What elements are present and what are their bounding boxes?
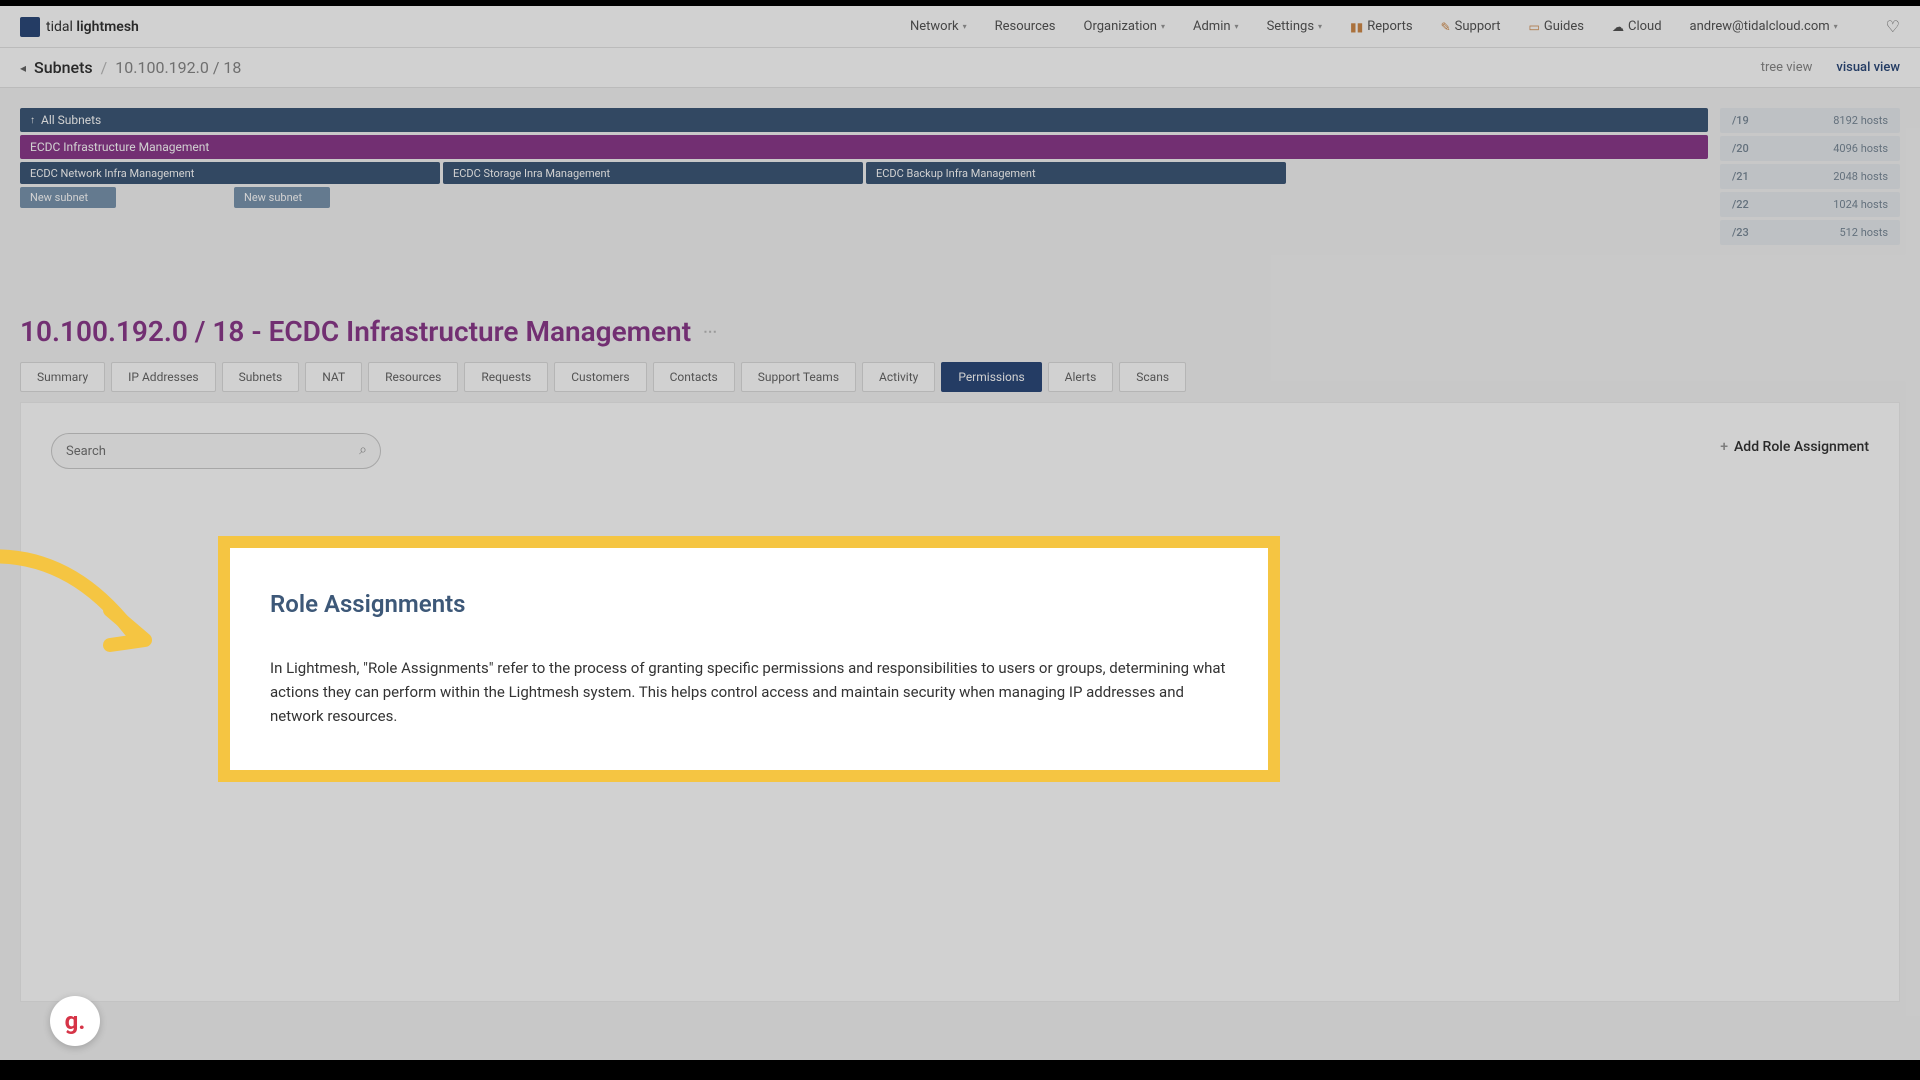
tabs: Summary IP Addresses Subnets NAT Resourc… [20, 362, 1900, 392]
breadcrumb: ◂ Subnets / 10.100.192.0 / 18 tree view … [0, 48, 1920, 88]
strip-ecdc-infra[interactable]: ECDC Infrastructure Management [20, 135, 1708, 159]
chevron-down-icon: ▾ [1318, 22, 1322, 31]
top-header: tidal lightmesh Network▾ Resources Organ… [0, 6, 1920, 48]
book-icon: ▭ [1529, 20, 1540, 34]
tab-alerts[interactable]: Alerts [1048, 362, 1114, 392]
tab-permissions[interactable]: Permissions [941, 362, 1041, 392]
tab-scans[interactable]: Scans [1119, 362, 1186, 392]
nav-settings[interactable]: Settings▾ [1267, 19, 1322, 34]
tab-contacts[interactable]: Contacts [653, 362, 735, 392]
breadcrumb-root[interactable]: Subnets [34, 58, 93, 77]
nav-support[interactable]: ✎Support [1441, 19, 1501, 34]
cidr-item[interactable]: /198192 hosts [1720, 108, 1900, 133]
role-assignments-callout: Role Assignments In Lightmesh, "Role Ass… [218, 536, 1280, 782]
nav-reports[interactable]: ▮▮Reports [1350, 19, 1413, 34]
new-subnet-button[interactable]: New subnet [20, 187, 116, 208]
chevron-down-icon: ▾ [1235, 22, 1239, 31]
callout-body: In Lightmesh, "Role Assignments" refer t… [270, 656, 1228, 728]
tab-summary[interactable]: Summary [20, 362, 105, 392]
breadcrumb-separator: / [101, 58, 108, 77]
tree-view-link[interactable]: tree view [1761, 60, 1813, 75]
logo-icon [20, 17, 40, 37]
add-role-assignment-button[interactable]: Add Role Assignment [1720, 439, 1869, 455]
nav-network[interactable]: Network▾ [910, 19, 967, 34]
strip-sub[interactable]: ECDC Storage Inra Management [443, 162, 863, 184]
bar-chart-icon: ▮▮ [1350, 20, 1363, 34]
chevron-down-icon: ▾ [963, 22, 967, 31]
cidr-host-list: /198192 hosts /204096 hosts /212048 host… [1720, 108, 1900, 245]
tab-requests[interactable]: Requests [464, 362, 548, 392]
logo[interactable]: tidal lightmesh [20, 17, 139, 37]
nav-guides[interactable]: ▭Guides [1529, 19, 1584, 34]
logo-text: tidal lightmesh [46, 19, 139, 35]
nav-organization[interactable]: Organization▾ [1084, 19, 1165, 34]
page-title: 10.100.192.0 / 18 - ECDC Infrastructure … [20, 315, 1900, 348]
tab-subnets[interactable]: Subnets [222, 362, 300, 392]
visual-view-link[interactable]: visual view [1836, 60, 1900, 75]
strip-sub[interactable]: ECDC Backup Infra Management [866, 162, 1286, 184]
back-caret-icon[interactable]: ◂ [20, 61, 26, 75]
tab-resources[interactable]: Resources [368, 362, 458, 392]
tab-nat[interactable]: NAT [305, 362, 362, 392]
floating-g-badge[interactable]: g. [50, 996, 100, 1046]
nav-cloud[interactable]: ☁Cloud [1612, 19, 1662, 34]
subnet-visual-strips: All Subnets ECDC Infrastructure Manageme… [20, 108, 1708, 245]
cidr-item[interactable]: /212048 hosts [1720, 164, 1900, 189]
callout-arrow-icon [0, 530, 200, 710]
chevron-down-icon: ▾ [1834, 22, 1838, 31]
strip-sub[interactable]: ECDC Network Infra Management [20, 162, 440, 184]
cidr-item[interactable]: /23512 hosts [1720, 220, 1900, 245]
cidr-item[interactable]: /221024 hosts [1720, 192, 1900, 217]
cloud-icon: ☁ [1612, 20, 1624, 34]
cidr-item[interactable]: /204096 hosts [1720, 136, 1900, 161]
wrench-icon: ✎ [1441, 20, 1451, 34]
strip-all-subnets[interactable]: All Subnets [20, 108, 1708, 132]
tab-activity[interactable]: Activity [862, 362, 935, 392]
breadcrumb-current: 10.100.192.0 / 18 [115, 58, 241, 77]
more-dots-icon[interactable]: ⋯ [703, 324, 717, 340]
callout-title: Role Assignments [270, 590, 1228, 618]
search-icon: ⌕ [359, 442, 367, 458]
nav-user-email[interactable]: andrew@tidalcloud.com▾ [1690, 19, 1838, 34]
new-subnet-button[interactable]: New subnet [234, 187, 330, 208]
tab-ip-addresses[interactable]: IP Addresses [111, 362, 215, 392]
nav-resources[interactable]: Resources [995, 19, 1056, 34]
tab-customers[interactable]: Customers [554, 362, 646, 392]
search-input[interactable] [51, 433, 381, 469]
tab-support-teams[interactable]: Support Teams [741, 362, 856, 392]
chevron-down-icon: ▾ [1161, 22, 1165, 31]
nav-admin[interactable]: Admin▾ [1193, 19, 1239, 34]
notification-bell-icon[interactable]: ♡ [1886, 17, 1900, 36]
